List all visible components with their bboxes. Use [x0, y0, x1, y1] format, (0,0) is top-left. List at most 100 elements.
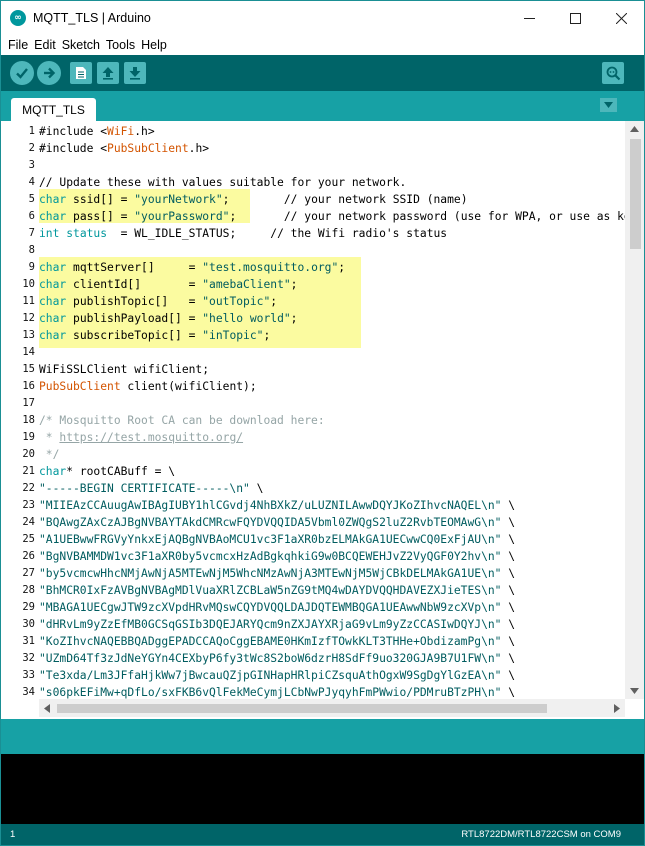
code-token: char	[39, 278, 67, 291]
code-line[interactable]: char subscribeTopic[] = "inTopic";	[39, 327, 270, 344]
code-token: ;	[338, 261, 346, 274]
code-token: "KoZIhvcNAQEBBQADggEPADCCAQoCggEBAME0HKm…	[39, 635, 502, 648]
tab-bar: MQTT_TLS	[1, 91, 644, 121]
maximize-button[interactable]	[552, 1, 598, 35]
new-icon	[76, 67, 86, 79]
vertical-scroll-thumb[interactable]	[630, 139, 641, 249]
line-number: 2	[28, 142, 35, 154]
code-token: // Update these with values suitable for…	[39, 176, 407, 189]
code-token: "BhMCR0IxFzAVBgNVBAgMDlVuaXRlZCBLaW5nZG9…	[39, 584, 502, 597]
code-line[interactable]: #include <PubSubClient.h>	[39, 140, 209, 157]
code-token: \	[501, 652, 516, 665]
title-bar[interactable]: ∞ MQTT_TLS | Arduino	[1, 1, 644, 35]
code-line[interactable]: "BgNVBAMMDW1vc3F1aXR0by5vcmcxHzAdBgkqhki…	[39, 548, 515, 565]
serial-monitor-button[interactable]	[602, 62, 624, 84]
code-line[interactable]: "dHRvLm9yZzEfMB0GCSqGSIb3DQEJARYQcm9nZXJ…	[39, 616, 515, 633]
code-token: client(wifiClient);	[120, 380, 257, 393]
line-number: 33	[22, 669, 35, 681]
menu-help[interactable]: Help	[138, 38, 170, 52]
code-token: \	[501, 669, 516, 682]
code-token: publishTopic[] =	[66, 295, 203, 308]
code-token: PubSubClient	[107, 142, 189, 155]
code-line[interactable]: WiFiSSLClient wifiClient;	[39, 361, 209, 378]
code-line[interactable]: "s06pkEFiMw+qDfLo/sxFKB6vQlFekMeCymjLCbN…	[39, 684, 515, 699]
scroll-left-icon	[44, 704, 50, 713]
code-line[interactable]: "A1UEBwwFRGVyYnkxEjAQBgNVBAoMCU1vc3F1aXR…	[39, 531, 515, 548]
code-line[interactable]: char publishPayload[] = "hello world";	[39, 310, 297, 327]
code-line[interactable]: char* rootCABuff = \	[39, 463, 175, 480]
line-number: 9	[28, 261, 35, 273]
code-line[interactable]: "KoZIhvcNAQEBBQADggEPADCCAQoCggEBAME0HKm…	[39, 633, 515, 650]
line-number: 32	[22, 652, 35, 664]
line-number: 28	[22, 584, 35, 596]
verify-button[interactable]	[10, 61, 34, 85]
line-number: 31	[22, 635, 35, 647]
code-line[interactable]: "MIIEAzCCAuugAwIBAgIUBY1hlCGvdj4NhBXkZ/u…	[39, 497, 515, 514]
code-token: char	[39, 295, 67, 308]
line-number: 16	[22, 380, 35, 392]
code-line[interactable]: #include <WiFi.h>	[39, 123, 155, 140]
code-line[interactable]: PubSubClient client(wifiClient);	[39, 378, 257, 395]
menu-file[interactable]: File	[5, 38, 31, 52]
tab-mqtt-tls[interactable]: MQTT_TLS	[11, 98, 96, 121]
code-token: "BgNVBAMMDW1vc3F1aXR0by5vcmcxHzAdBgkqhki…	[39, 550, 502, 563]
code-token: "A1UEBwwFRGVyYnkxEjAQBgNVBAoMCU1vc3F1aXR…	[39, 533, 502, 546]
code-line[interactable]: int status = WL_IDLE_STATUS; // the Wifi…	[39, 225, 447, 242]
horizontal-scroll-thumb[interactable]	[57, 704, 547, 713]
code-token: \	[501, 499, 516, 512]
open-icon	[102, 67, 114, 80]
code-line[interactable]: // Update these with values suitable for…	[39, 174, 406, 191]
code-token[interactable]: https://test.mosquitto.org/	[59, 431, 243, 444]
code-token: char	[39, 329, 67, 342]
line-number: 19	[22, 431, 35, 443]
code-token: int	[39, 227, 60, 240]
menu-tools[interactable]: Tools	[103, 38, 138, 52]
code-line[interactable]: * https://test.mosquitto.org/	[39, 429, 243, 446]
code-token: = WL_IDLE_STATUS; // the Wifi radio's st…	[107, 227, 448, 240]
code-line[interactable]: char clientId[] = "amebaClient";	[39, 276, 297, 293]
code-line[interactable]: "by5vcmcwHhcNMjAwNjA5MTEwNjM5WhcNMzAwNjA…	[39, 565, 515, 582]
code-token: ;	[290, 312, 298, 325]
line-number: 14	[22, 346, 35, 358]
toolbar	[1, 55, 644, 91]
code-line[interactable]: */	[39, 446, 60, 463]
scroll-right-icon	[614, 704, 620, 713]
new-button[interactable]	[70, 62, 92, 84]
open-button[interactable]	[97, 62, 119, 84]
code-line[interactable]: char pass[] = "yourPassword"; // your ne…	[39, 208, 625, 225]
code-line[interactable]: "-----BEGIN CERTIFICATE-----\n" \	[39, 480, 263, 497]
minimize-button[interactable]	[506, 1, 552, 35]
code-token: WiFi	[107, 125, 135, 138]
code-token: \	[501, 550, 516, 563]
save-button[interactable]	[124, 62, 146, 84]
code-line[interactable]: "Te3xda/Lm3JFfaHjkWw7jBwcauQZjpGINHapHRl…	[39, 667, 515, 684]
code-line[interactable]: "UZmD64Tf3zJdNeYGYn4CEXbyP6fy3tWc8S2boW6…	[39, 650, 515, 667]
current-line-number: 1	[10, 829, 16, 840]
horizontal-scrollbar[interactable]	[39, 699, 625, 717]
menu-edit[interactable]: Edit	[31, 38, 59, 52]
code-editor[interactable]: 1 2 3 4 5 6 7 8 9 10 11 12 13 14 15 16 17 18 19 20 21 22 23 24 2…	[1, 121, 644, 719]
code-token: char	[39, 312, 67, 325]
console-output[interactable]	[1, 754, 644, 824]
code-line[interactable]: char publishTopic[] = "outTopic";	[39, 293, 277, 310]
code-token: clientId[] =	[66, 278, 203, 291]
upload-button[interactable]	[37, 61, 61, 85]
code-line[interactable]: /* Mosquitto Root CA can be download her…	[39, 412, 325, 429]
line-number: 1	[28, 125, 35, 137]
code-line[interactable]: "BhMCR0IxFzAVBgNVBAgMDlVuaXRlZCBLaW5nZG9…	[39, 582, 515, 599]
code-line[interactable]: char ssid[] = "yourNetwork"; // your net…	[39, 191, 468, 208]
code-token: status	[66, 227, 108, 240]
code-token: /* Mosquitto Root CA can be download her…	[39, 414, 325, 427]
line-number: 25	[22, 533, 35, 545]
menu-sketch[interactable]: Sketch	[59, 38, 103, 52]
code-token: \	[501, 686, 516, 699]
code-line[interactable]: "BQAwgZAxCzAJBgNVBAYTAkdCMRcwFQYDVQQIDA5…	[39, 514, 515, 531]
line-number: 27	[22, 567, 35, 579]
code-area[interactable]: #include <WiFi.h> #include <PubSubClient.…	[39, 121, 625, 699]
vertical-scrollbar[interactable]	[625, 121, 644, 699]
code-line[interactable]: "MBAGA1UECgwJTW9zcXVpdHRvMQswCQYDVQQLDAJ…	[39, 599, 515, 616]
close-button[interactable]	[598, 1, 644, 35]
code-line[interactable]: char mqttServer[] = "test.mosquitto.org"…	[39, 259, 345, 276]
code-token: \	[249, 482, 264, 495]
tab-menu-button[interactable]	[600, 98, 617, 112]
